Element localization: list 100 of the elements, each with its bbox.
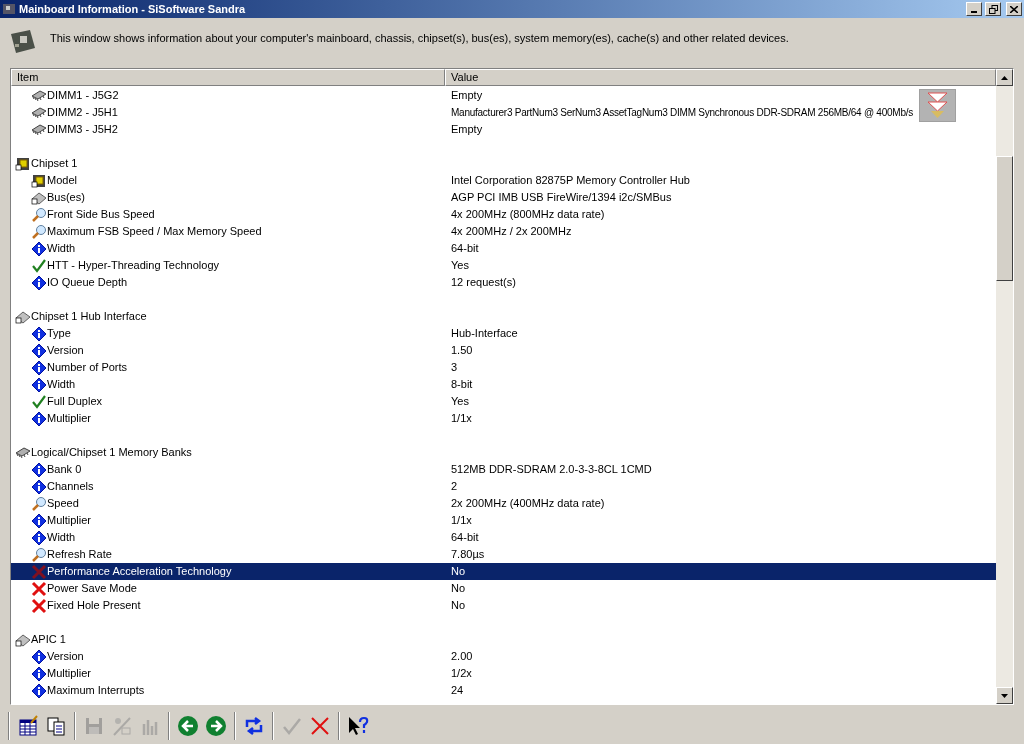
list-row[interactable]: Width 64-bit xyxy=(11,529,996,546)
group-label[interactable]: Chipset 1 Hub Interface xyxy=(31,308,147,325)
item-label[interactable]: Width xyxy=(47,240,76,257)
item-label[interactable]: Multiplier xyxy=(47,665,91,682)
item-value: 64-bit xyxy=(451,241,479,257)
item-value: 8-bit xyxy=(451,377,473,393)
item-label[interactable]: DIMM1 - J5G2 xyxy=(47,87,119,104)
item-value: No xyxy=(451,581,466,597)
group-label[interactable]: Chipset 1 xyxy=(31,155,78,172)
cross-icon xyxy=(31,563,47,580)
item-label[interactable]: HTT - Hyper-Threading Technology xyxy=(47,257,219,274)
list-row[interactable]: Power Save Mode No xyxy=(11,580,996,597)
column-header[interactable]: Value xyxy=(445,69,996,86)
item-label[interactable]: DIMM2 - J5H1 xyxy=(47,104,118,121)
item-label[interactable]: Maximum Interrupts xyxy=(47,682,145,699)
list-row[interactable]: DIMM1 - J5G2 Empty xyxy=(11,87,996,104)
item-label[interactable]: Bank 0 xyxy=(47,461,82,478)
list-row[interactable]: Number of Ports 3 xyxy=(11,359,996,376)
cross-icon xyxy=(31,580,47,597)
item-label[interactable]: Version xyxy=(47,342,84,359)
item-label[interactable]: Refresh Rate xyxy=(47,546,112,563)
list-row[interactable]: Maximum FSB Speed / Max Memory Speed 4x 200MHz / 2x 200MHz xyxy=(11,223,996,240)
scroll-up-button[interactable] xyxy=(996,69,1013,86)
scroll-down-button[interactable] xyxy=(996,687,1013,704)
item-value: No xyxy=(451,598,466,614)
list-row[interactable]: IO Queue Depth 12 request(s) xyxy=(11,274,996,291)
info-icon xyxy=(31,274,47,291)
item-label[interactable]: Maximum FSB Speed / Max Memory Speed xyxy=(47,223,262,240)
list-row[interactable]: DIMM2 - J5H1 Manufacturer3 PartNum3 SerNum3 AssetTagNum3 DIMM Synchronous DDR-SDRAM 256MB/64 @ 400Mb/s xyxy=(11,104,996,121)
item-label[interactable]: Multiplier xyxy=(47,512,91,529)
item-label[interactable]: Number of Ports xyxy=(47,359,128,376)
item-label[interactable]: Model xyxy=(47,172,77,189)
list-row[interactable]: Chipset 1 xyxy=(11,155,996,172)
list-row[interactable]: Model Intel Corporation 82875P Memory Controller Hub xyxy=(11,172,996,189)
list-row[interactable]: Version 2.00 xyxy=(11,648,996,665)
info-icon xyxy=(31,342,47,359)
up-arrow-icon xyxy=(1001,75,1008,80)
description-text: This window shows information about your computer's mainboard, chassis, chipset(s), bus(es), system memory(es), cache(s) and other related devices. xyxy=(50,31,789,46)
item-label[interactable]: Bus(es) xyxy=(47,189,85,206)
item-label[interactable]: IO Queue Depth xyxy=(47,274,128,291)
item-label[interactable]: Front Side Bus Speed xyxy=(47,206,155,223)
restore-button[interactable] xyxy=(985,2,1001,16)
item-label[interactable]: Speed xyxy=(47,495,79,512)
chip-icon xyxy=(31,172,47,189)
list-row[interactable]: Multiplier 1/2x xyxy=(11,665,996,682)
info-icon xyxy=(31,529,47,546)
item-label[interactable]: Channels xyxy=(47,478,94,495)
item-label[interactable]: Performance Acceleration Technology xyxy=(47,563,232,580)
group-label[interactable]: APIC 1 xyxy=(31,631,66,648)
list-row[interactable]: APIC 1 xyxy=(11,631,996,648)
item-label[interactable]: Full Duplex xyxy=(47,393,103,410)
list-row[interactable]: Type Hub-Interface xyxy=(11,325,996,342)
list-row[interactable]: Full Duplex Yes xyxy=(11,393,996,410)
column-header[interactable]: Item xyxy=(11,69,445,86)
list-row[interactable]: Fixed Hole Present No xyxy=(11,597,996,614)
item-label[interactable]: Width xyxy=(47,376,76,393)
magnifier-icon xyxy=(31,546,47,563)
info-icon xyxy=(31,682,47,699)
list-row[interactable]: Speed 2x 200MHz (400MHz data rate) xyxy=(11,495,996,512)
list-row[interactable]: Width 8-bit xyxy=(11,376,996,393)
item-label[interactable]: DIMM3 - J5H2 xyxy=(47,121,118,138)
list-row[interactable]: DIMM3 - J5H2 Empty xyxy=(11,121,996,138)
chip-icon xyxy=(15,155,31,172)
double-chevron-icon[interactable] xyxy=(919,89,956,122)
item-label[interactable]: Type xyxy=(47,325,71,342)
list-row[interactable]: Maximum Interrupts 24 xyxy=(11,682,996,699)
close-button[interactable] xyxy=(1006,2,1022,16)
list-row[interactable]: Multiplier 1/1x xyxy=(11,512,996,529)
list-row[interactable]: Channels 2 xyxy=(11,478,996,495)
list-row[interactable]: Multiplier 1/1x xyxy=(11,410,996,427)
check-icon xyxy=(31,393,47,410)
list-row[interactable]: HTT - Hyper-Threading Technology Yes xyxy=(11,257,996,274)
scroll-thumb[interactable] xyxy=(996,156,1013,281)
close-icon xyxy=(1010,5,1018,13)
list-row[interactable]: Width 64-bit xyxy=(11,240,996,257)
list-row[interactable]: Bank 0 512MB DDR-SDRAM 2.0-3-3-8CL 1CMD xyxy=(11,461,996,478)
list-row[interactable]: Bus(es) AGP PCI IMB USB FireWire/1394 i2c/SMBus xyxy=(11,189,996,206)
info-icon xyxy=(31,325,47,342)
item-label[interactable]: Fixed Hole Present xyxy=(47,597,141,614)
item-label[interactable]: Width xyxy=(47,529,76,546)
group-label[interactable]: Logical/Chipset 1 Memory Banks xyxy=(31,444,192,461)
down-arrow-icon xyxy=(1001,693,1008,698)
item-label[interactable]: Power Save Mode xyxy=(47,580,137,597)
list-row[interactable]: Front Side Bus Speed 4x 200MHz (800MHz data rate) xyxy=(11,206,996,223)
item-value: 64-bit xyxy=(451,530,479,546)
item-value: 4x 200MHz / 2x 200MHz xyxy=(451,224,572,240)
list-row[interactable]: Version 1.50 xyxy=(11,342,996,359)
list-row[interactable]: Refresh Rate 7.80µs xyxy=(11,546,996,563)
item-value: 1/2x xyxy=(451,666,472,682)
selected-row[interactable]: Performance Acceleration Technology No xyxy=(11,563,996,580)
info-icon xyxy=(31,410,47,427)
item-value: 1.50 xyxy=(451,343,473,359)
list-row[interactable]: Chipset 1 Hub Interface xyxy=(11,308,996,325)
item-label[interactable]: Version xyxy=(47,648,84,665)
minimize-button[interactable] xyxy=(966,2,982,16)
cross-icon xyxy=(309,714,331,737)
item-value: Yes xyxy=(451,258,469,274)
item-label[interactable]: Multiplier xyxy=(47,410,91,427)
list-row[interactable]: Logical/Chipset 1 Memory Banks xyxy=(11,444,996,461)
info-icon xyxy=(31,461,47,478)
